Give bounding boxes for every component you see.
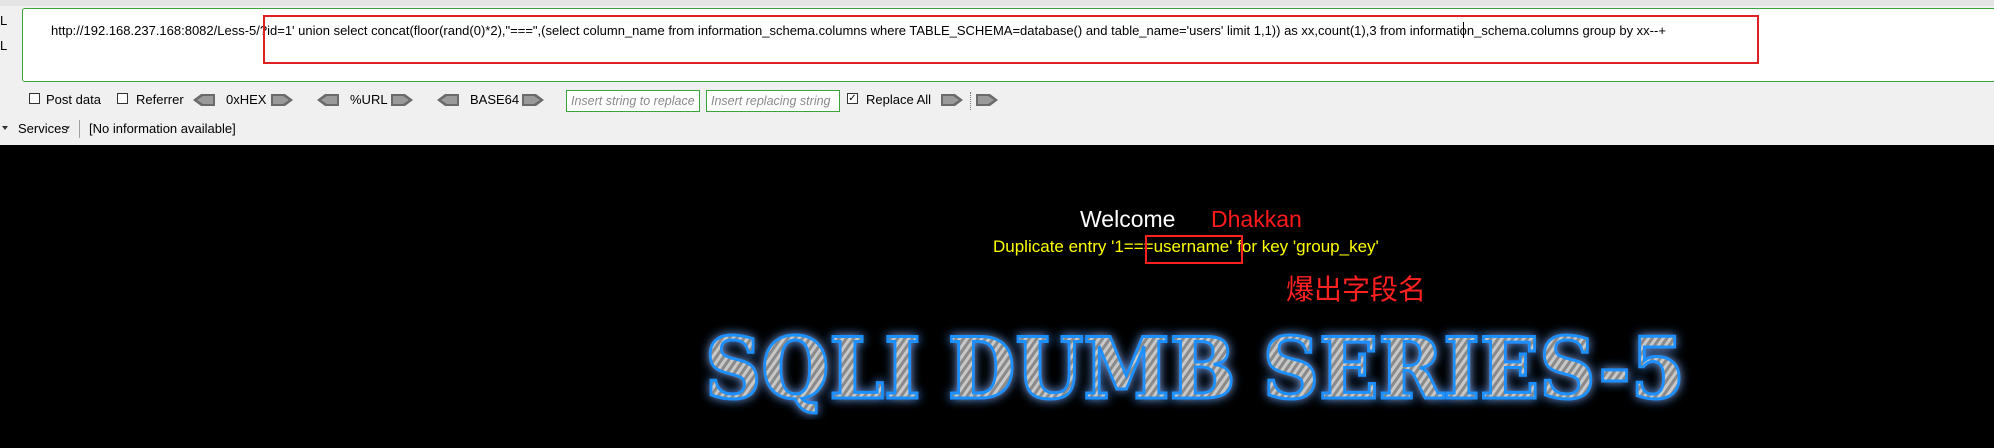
right-arrow-icon[interactable] [271, 94, 293, 106]
username-highlight-box [1145, 235, 1243, 264]
text-caret [1463, 22, 1464, 38]
sqli-banner: SQLI DUMB SERIES-5 [704, 320, 1687, 420]
right-arrow-icon[interactable] [391, 94, 413, 106]
right-arrow-icon[interactable] [976, 94, 998, 106]
right-arrow-icon[interactable] [941, 94, 963, 106]
dropdown-caret-icon[interactable] [2, 126, 8, 130]
base64-label[interactable]: BASE64 [470, 92, 519, 107]
left-arrow-icon[interactable] [437, 94, 459, 106]
page-content: Welcome Dhakkan Duplicate entry '1===use… [0, 145, 1994, 448]
status-separator [79, 120, 80, 138]
url-input[interactable]: http://192.168.237.168:8082/Less-5/?id=1… [22, 8, 1994, 82]
side-label-load[interactable]: L [0, 13, 7, 28]
side-label-split[interactable]: L [0, 38, 7, 53]
replace-all-label[interactable]: Replace All [866, 92, 931, 107]
annotation-text: 爆出字段名 [1286, 274, 1427, 305]
left-arrow-icon[interactable] [193, 94, 215, 106]
toolbar-top-edge [0, 0, 1994, 6]
replace-all-checkbox[interactable]: ✓ [847, 93, 858, 104]
dropdown-caret-icon[interactable] [65, 126, 70, 130]
banner-title: SQLI DUMB SERIES-5 [705, 320, 1685, 418]
options-row: Post data Referrer 0xHEX %URL BASE64 Ins… [0, 90, 1994, 112]
referrer-label[interactable]: Referrer [136, 92, 184, 107]
replace-string-input[interactable]: Insert replacing string [706, 90, 840, 112]
status-row: Services [No information available] [0, 120, 1994, 138]
referrer-checkbox[interactable] [117, 93, 128, 104]
welcome-name: Dhakkan [1211, 206, 1302, 232]
find-string-input[interactable]: Insert string to replace [566, 90, 700, 112]
toolbar-separator [970, 92, 972, 110]
hex-label[interactable]: 0xHEX [226, 92, 266, 107]
status-info-text: [No information available] [89, 121, 236, 136]
url-encode-label[interactable]: %URL [350, 92, 388, 107]
welcome-text: Welcome [1080, 206, 1176, 232]
services-menu[interactable]: Services [18, 121, 68, 136]
left-arrow-icon[interactable] [317, 94, 339, 106]
right-arrow-icon[interactable] [522, 94, 544, 106]
hackbar-toolbar: L L http://192.168.237.168:8082/Less-5/?… [0, 0, 1994, 145]
post-data-label[interactable]: Post data [46, 92, 101, 107]
injection-highlight-box [263, 15, 1759, 64]
post-data-checkbox[interactable] [29, 93, 40, 104]
